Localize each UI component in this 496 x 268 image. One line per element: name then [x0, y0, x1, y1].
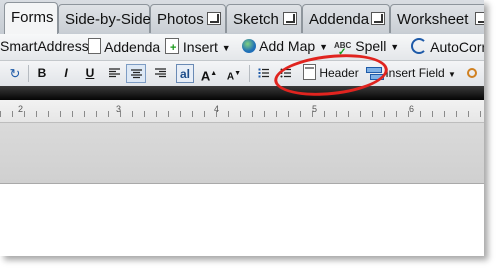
find-button[interactable]: [464, 64, 480, 83]
bold-label: B: [37, 66, 47, 80]
insert-field-label: Insert Field: [385, 66, 445, 80]
align-center-icon: [130, 69, 142, 79]
tab-label: Worksheet: [397, 11, 469, 28]
shrink-font-button[interactable]: A▼: [225, 64, 243, 83]
application-window: Forms Side-by-Side Photos Sketch Addenda…: [0, 0, 484, 256]
tab-label: Forms: [11, 9, 54, 26]
spell-button[interactable]: ABC Spell ▼: [334, 38, 400, 58]
format-toolbar: ↻ B I U al A▲ A▼ Header Insert Field ▼: [0, 61, 484, 86]
document-icon: [88, 38, 101, 54]
spell-label: Spell: [355, 38, 387, 54]
chevron-down-icon: ▼: [221, 43, 231, 53]
add-map-button[interactable]: Add Map ▼: [242, 38, 328, 54]
insert-label: Insert: [182, 39, 218, 55]
format-painter-icon[interactable]: ↻: [6, 64, 24, 83]
dark-separator-bar: [0, 86, 484, 100]
numbered-list-icon: [258, 68, 269, 78]
tab-bar: Forms Side-by-Side Photos Sketch Addenda…: [0, 0, 484, 35]
addenda-label: Addenda: [104, 39, 161, 55]
spellcheck-icon: ABC: [334, 42, 351, 58]
ruler-mark: 2: [18, 104, 24, 114]
popout-icon[interactable]: [371, 12, 385, 25]
align-right-icon: [154, 68, 166, 78]
tab-label: Sketch: [233, 11, 279, 28]
tab-label: Photos: [157, 11, 204, 28]
ruler-mark: 5: [312, 104, 318, 114]
font-size-button[interactable]: al: [176, 64, 194, 83]
popout-icon[interactable]: [475, 12, 484, 25]
search-icon: [467, 68, 477, 78]
italic-label: I: [64, 66, 68, 80]
chevron-down-icon: ▼: [448, 70, 456, 79]
autocorrect-button[interactable]: AutoCorr: [411, 38, 484, 55]
numbered-list-button[interactable]: [254, 64, 272, 83]
tab-worksheet[interactable]: Worksheet: [390, 4, 484, 33]
bold-button[interactable]: B: [33, 64, 51, 83]
tab-sketch[interactable]: Sketch: [226, 4, 302, 33]
toolbar-divider: [249, 65, 250, 82]
align-left-button[interactable]: [104, 64, 124, 83]
align-right-button[interactable]: [150, 64, 170, 83]
add-map-label: Add Map: [259, 38, 316, 54]
tab-label: Addenda: [309, 11, 370, 28]
grow-font-button[interactable]: A▲: [200, 64, 218, 83]
tab-forms[interactable]: Forms: [4, 2, 58, 34]
main-toolbar: SmartAddress Addenda Insert ▼ Add Map ▼ …: [0, 34, 484, 61]
toolbar-divider: [28, 65, 29, 82]
form-gray-area: [0, 123, 484, 184]
smartaddress-button[interactable]: SmartAddress: [0, 38, 89, 54]
ruler-mark: 3: [116, 104, 122, 114]
horizontal-ruler[interactable]: 2 3 4 5 6: [0, 100, 484, 123]
addenda-button[interactable]: Addenda: [88, 38, 160, 55]
chevron-down-icon: ▼: [390, 42, 400, 52]
underline-button[interactable]: U: [81, 64, 99, 83]
tab-addenda[interactable]: Addenda: [302, 4, 390, 33]
document-area[interactable]: [0, 184, 484, 256]
ruler-mark: 4: [214, 104, 220, 114]
popout-icon[interactable]: [283, 12, 297, 25]
align-center-button[interactable]: [126, 64, 146, 83]
smartaddress-label: SmartAddress: [0, 38, 89, 54]
underline-label: U: [85, 66, 95, 80]
tab-photos[interactable]: Photos: [150, 4, 226, 33]
popout-icon[interactable]: [207, 12, 221, 25]
italic-button[interactable]: I: [57, 64, 75, 83]
tab-label: Side-by-Side: [65, 11, 151, 28]
font-size-label: al: [179, 67, 190, 81]
insert-button[interactable]: Insert ▼: [165, 38, 231, 55]
tab-side-by-side[interactable]: Side-by-Side: [58, 4, 151, 33]
autocorrect-label: AutoCorr: [430, 39, 484, 55]
autocorrect-icon: [411, 38, 427, 54]
globe-icon: [242, 39, 256, 53]
ruler-mark: 6: [409, 104, 415, 114]
chevron-down-icon: ▼: [319, 42, 328, 52]
insert-icon: [165, 38, 179, 54]
align-left-icon: [108, 68, 120, 78]
grow-font-label: A: [200, 68, 211, 84]
